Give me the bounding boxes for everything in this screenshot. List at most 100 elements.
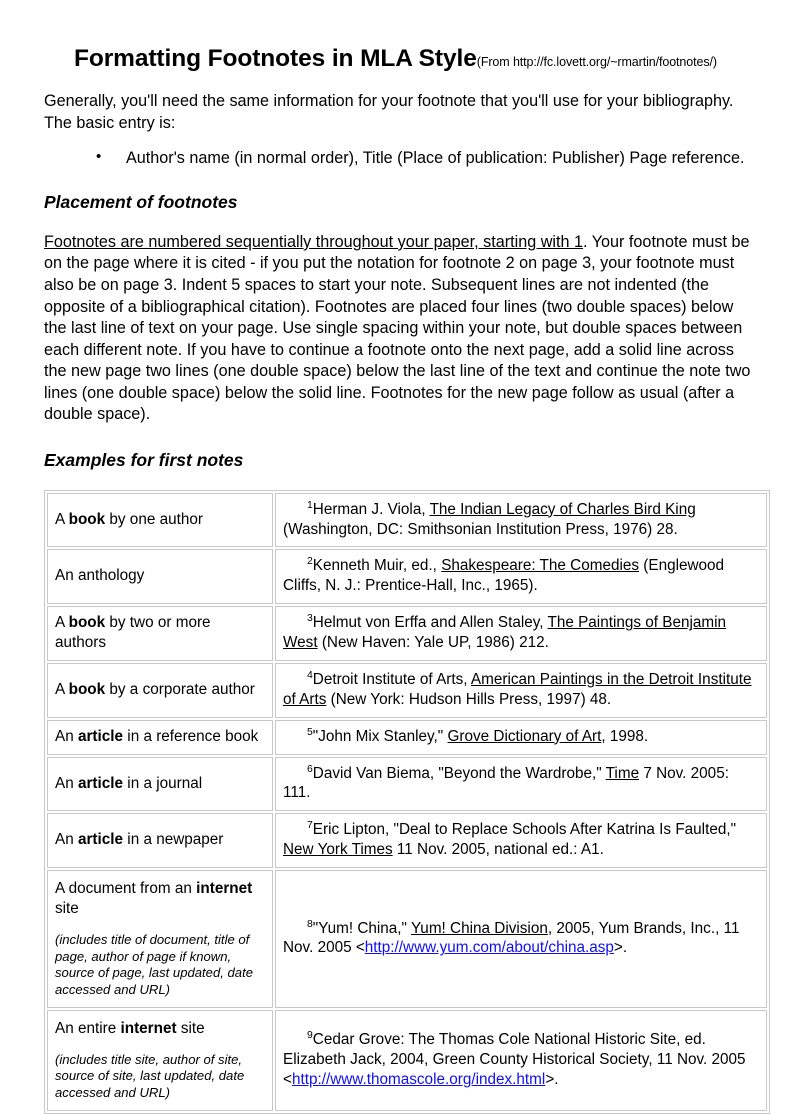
footnote-text-pre: Kenneth Muir, ed.,: [312, 557, 442, 575]
table-row: An article in a newpaper 7Eric Lipton, "D…: [47, 813, 767, 869]
table-row: A book by two or more authors 3Helmut von…: [47, 606, 767, 661]
basic-entry-list: Author's name (in normal order), Title (…: [44, 148, 754, 170]
footnote-example-text: 1Herman J. Viola, The Indian Legacy of C…: [283, 500, 759, 540]
footnote-text-post: (New York: Hudson Hills Press, 1997) 48.: [326, 690, 612, 708]
footnote-text-post: 11 Nov. 2005, national ed.: A1.: [392, 841, 604, 859]
footnote-text-pre: Detroit Institute of Arts,: [312, 670, 471, 688]
source-type-label: A: [55, 510, 69, 528]
footnote-text-post: (Washington, DC: Smithsonian Institution…: [283, 520, 678, 538]
source-type-label: An: [55, 774, 78, 792]
table-row: An entire internet site (includes title s…: [47, 1009, 767, 1111]
footnote-source-title: Yum! China Division: [410, 919, 548, 937]
footnote-example-cell: 1Herman J. Viola, The Indian Legacy of C…: [275, 492, 767, 548]
section-heading-placement: Placement of footnotes: [44, 192, 238, 213]
source-type-label-cell: A book by one author: [47, 492, 273, 548]
footnote-example-cell: 9Cedar Grove: The Thomas Cole National H…: [275, 1009, 767, 1111]
footnote-text-post: (New Haven: Yale UP, 1986) 212.: [317, 634, 549, 652]
footnote-text-tail: >.: [613, 939, 628, 957]
source-type-label-suffix: site: [55, 899, 79, 917]
placement-paragraph-rest: . Your footnote must be on the page wher…: [44, 232, 751, 424]
footnote-url-link[interactable]: http://www.yum.com/about/china.asp: [365, 939, 614, 956]
examples-table-body: A book by one author 1Herman J. Viola, Th…: [47, 492, 767, 1111]
source-type-label-cell: An anthology: [47, 549, 273, 605]
source-type-label: An: [55, 831, 78, 849]
footnote-text-pre: Herman J. Viola,: [312, 500, 430, 518]
source-type-label: An anthology: [55, 567, 145, 585]
placement-paragraph: Footnotes are numbered sequentially thro…: [44, 232, 754, 426]
source-type-label-suffix: by a corporate author: [105, 680, 255, 698]
source-type-label: A: [55, 680, 69, 698]
list-item: Author's name (in normal order), Title (…: [96, 148, 754, 170]
table-row: A book by a corporate author 4Detroit Ins…: [47, 662, 767, 718]
source-type-note: (includes title of document, title of pa…: [55, 931, 254, 998]
footnote-text-pre: Eric Lipton, "Deal to Replace Schools Af…: [312, 821, 737, 839]
footnote-example-cell: 5"John Mix Stanley," Grove Dictionary of…: [275, 719, 767, 755]
source-type-keyword: book: [68, 680, 106, 698]
source-type-label-suffix: in a newpaper: [123, 831, 224, 849]
footnote-text-pre: "John Mix Stanley,": [312, 727, 448, 745]
placement-paragraph-underlined-lead: Footnotes are numbered sequentially thro…: [44, 232, 584, 251]
table-row: An article in a journal 6David Van Biema,…: [47, 756, 767, 812]
footnote-example-text: 9Cedar Grove: The Thomas Cole National H…: [283, 1030, 759, 1090]
source-type-label-suffix: site: [176, 1019, 205, 1037]
source-type-keyword: article: [77, 831, 124, 849]
source-type-label-cell: A book by two or more authors: [47, 606, 273, 661]
document-content: Formatting Footnotes in MLA Style(From h…: [44, 40, 770, 1114]
source-type-label-suffix: in a journal: [123, 774, 203, 792]
source-type-label-suffix: by one author: [105, 510, 203, 528]
footnote-source-title: The Indian Legacy of Charles Bird King: [429, 500, 696, 518]
footnote-example-cell: 4Detroit Institute of Arts, American Pai…: [275, 662, 767, 718]
source-type-keyword: internet: [120, 1019, 177, 1037]
table-row: A document from an internet site (include…: [47, 870, 767, 1008]
source-type-label-suffix: in a reference book: [123, 727, 259, 745]
footnote-text-tail: >.: [545, 1070, 559, 1088]
footnote-source-title: Time: [605, 764, 640, 782]
footnote-text-pre: "Yum! China,": [312, 919, 411, 937]
footnote-text-pre: Helmut von Erffa and Allen Staley,: [312, 614, 548, 632]
footnote-example-text: 5"John Mix Stanley," Grove Dictionary of…: [283, 727, 759, 747]
source-type-label: An: [55, 727, 78, 745]
source-type-keyword: article: [77, 774, 124, 792]
page-title-main: Formatting Footnotes in MLA Style: [74, 45, 477, 72]
source-type-label-cell: An article in a reference book: [47, 719, 273, 755]
source-type-label-cell: An article in a newpaper: [47, 813, 273, 869]
footnote-example-cell: 7Eric Lipton, "Deal to Replace Schools A…: [275, 813, 767, 869]
table-row: An anthology 2Kenneth Muir, ed., Shakespe…: [47, 549, 767, 605]
footnote-example-text: 8"Yum! China," Yum! China Division, 2005…: [283, 919, 759, 959]
page-title: Formatting Footnotes in MLA Style(From h…: [44, 40, 754, 73]
footnote-text-post: , 1998.: [601, 727, 649, 745]
source-type-label-cell: An entire internet site (includes title s…: [47, 1009, 273, 1111]
section-heading-examples: Examples for first notes: [44, 449, 244, 470]
table-row: A book by one author 1Herman J. Viola, Th…: [47, 492, 767, 548]
source-type-keyword: book: [68, 614, 106, 632]
footnote-source-title: Shakespeare: The Comedies: [441, 557, 640, 575]
footnote-example-text: 7Eric Lipton, "Deal to Replace Schools A…: [283, 820, 759, 860]
footnote-url-link[interactable]: http://www.thomascole.org/index.html: [292, 1071, 545, 1088]
footnote-example-cell: 2Kenneth Muir, ed., Shakespeare: The Com…: [275, 549, 767, 605]
source-type-label-cell: A document from an internet site (include…: [47, 870, 273, 1008]
source-type-keyword: article: [77, 727, 124, 745]
source-type-label: An entire: [55, 1019, 121, 1037]
document-page: Formatting Footnotes in MLA Style(From h…: [0, 0, 791, 1114]
footnote-example-cell: 3Helmut von Erffa and Allen Staley, The …: [275, 606, 767, 661]
source-type-note: (includes title site, author of site, so…: [55, 1051, 245, 1101]
footnote-example-text: 4Detroit Institute of Arts, American Pai…: [283, 670, 759, 710]
source-type-label: A document from an: [55, 880, 197, 898]
page-title-source: (From http://fc.lovett.org/~rmartin/foot…: [476, 55, 717, 69]
examples-table: A book by one author 1Herman J. Viola, Th…: [44, 489, 770, 1114]
intro-paragraph: Generally, you'll need the same informat…: [44, 92, 734, 132]
footnote-source-title: Grove Dictionary of Art: [447, 727, 602, 745]
source-type-label: A: [55, 614, 69, 632]
footnote-text-pre: David Van Biema, "Beyond the Wardrobe,": [312, 764, 606, 782]
source-type-label-cell: An article in a journal: [47, 756, 273, 812]
source-type-keyword: internet: [196, 880, 253, 898]
footnote-example-text: 2Kenneth Muir, ed., Shakespeare: The Com…: [283, 556, 759, 596]
footnote-source-title: New York Times: [283, 841, 393, 859]
table-row: An article in a reference book 5"John Mix…: [47, 719, 767, 755]
footnote-example-cell: 6David Van Biema, "Beyond the Wardrobe,"…: [275, 756, 767, 812]
footnote-example-text: 3Helmut von Erffa and Allen Staley, The …: [283, 613, 759, 653]
footnote-example-text: 6David Van Biema, "Beyond the Wardrobe,"…: [283, 764, 759, 804]
footnote-example-cell: 8"Yum! China," Yum! China Division, 2005…: [275, 870, 767, 1008]
source-type-keyword: book: [68, 510, 106, 528]
source-type-label-cell: A book by a corporate author: [47, 662, 273, 718]
